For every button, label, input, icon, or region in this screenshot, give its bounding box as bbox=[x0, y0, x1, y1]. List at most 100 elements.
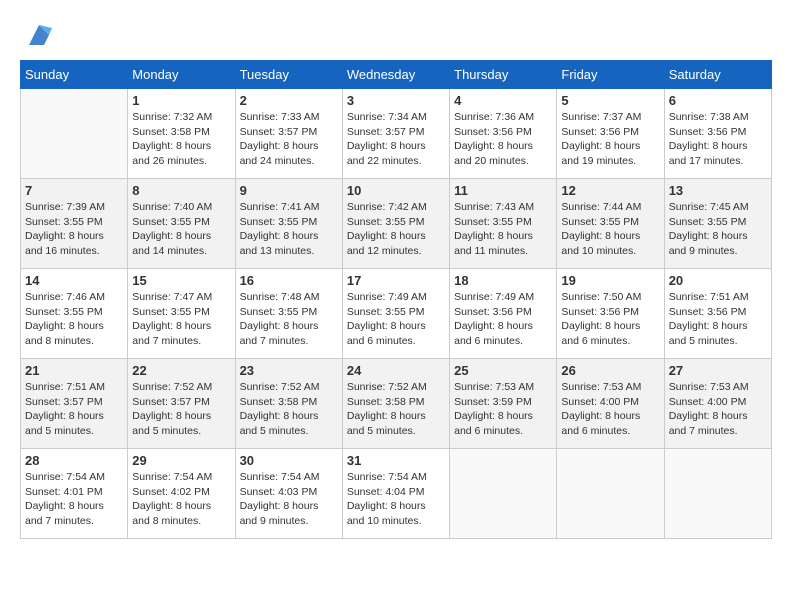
day-number: 16 bbox=[240, 273, 338, 288]
logo-icon bbox=[24, 20, 54, 50]
calendar-cell: 24 Sunrise: 7:52 AM Sunset: 3:58 PM Dayli… bbox=[342, 359, 449, 449]
day-info: Sunrise: 7:49 AM Sunset: 3:56 PM Dayligh… bbox=[454, 290, 552, 349]
day-number: 14 bbox=[25, 273, 123, 288]
day-number: 28 bbox=[25, 453, 123, 468]
day-number: 31 bbox=[347, 453, 445, 468]
day-number: 29 bbox=[132, 453, 230, 468]
calendar-cell bbox=[557, 449, 664, 539]
day-info: Sunrise: 7:51 AM Sunset: 3:56 PM Dayligh… bbox=[669, 290, 767, 349]
day-info: Sunrise: 7:53 AM Sunset: 4:00 PM Dayligh… bbox=[669, 380, 767, 439]
day-info: Sunrise: 7:53 AM Sunset: 4:00 PM Dayligh… bbox=[561, 380, 659, 439]
day-info: Sunrise: 7:49 AM Sunset: 3:55 PM Dayligh… bbox=[347, 290, 445, 349]
calendar-cell: 30Sunrise: 7:54 AM Sunset: 4:03 PM Dayli… bbox=[235, 449, 342, 539]
day-number: 2 bbox=[240, 93, 338, 108]
day-info: Sunrise: 7:43 AM Sunset: 3:55 PM Dayligh… bbox=[454, 200, 552, 259]
day-number: 15 bbox=[132, 273, 230, 288]
calendar-cell: 28 Sunrise: 7:54 AM Sunset: 4:01 PM Dayli… bbox=[21, 449, 128, 539]
calendar-cell: 16Sunrise: 7:48 AM Sunset: 3:55 PM Dayli… bbox=[235, 269, 342, 359]
calendar-cell: 21 Sunrise: 7:51 AM Sunset: 3:57 PM Dayli… bbox=[21, 359, 128, 449]
calendar-cell: 20 Sunrise: 7:51 AM Sunset: 3:56 PM Dayli… bbox=[664, 269, 771, 359]
day-info: Sunrise: 7:51 AM Sunset: 3:57 PM Dayligh… bbox=[25, 380, 123, 439]
day-number: 8 bbox=[132, 183, 230, 198]
day-number: 5 bbox=[561, 93, 659, 108]
calendar-cell: 3 Sunrise: 7:34 AM Sunset: 3:57 PM Daylig… bbox=[342, 89, 449, 179]
calendar-cell: 19Sunrise: 7:50 AM Sunset: 3:56 PM Dayli… bbox=[557, 269, 664, 359]
calendar-cell: 6Sunrise: 7:38 AM Sunset: 3:56 PM Daylig… bbox=[664, 89, 771, 179]
calendar-cell: 5 Sunrise: 7:37 AM Sunset: 3:56 PM Daylig… bbox=[557, 89, 664, 179]
day-number: 13 bbox=[669, 183, 767, 198]
column-header-saturday: Saturday bbox=[664, 61, 771, 89]
calendar-cell: 14 Sunrise: 7:46 AM Sunset: 3:55 PM Dayli… bbox=[21, 269, 128, 359]
day-number: 17 bbox=[347, 273, 445, 288]
calendar-cell: 12 Sunrise: 7:44 AM Sunset: 3:55 PM Dayli… bbox=[557, 179, 664, 269]
calendar-cell: 22Sunrise: 7:52 AM Sunset: 3:57 PM Dayli… bbox=[128, 359, 235, 449]
calendar-cell: 13 Sunrise: 7:45 AM Sunset: 3:55 PM Dayli… bbox=[664, 179, 771, 269]
day-info: Sunrise: 7:33 AM Sunset: 3:57 PM Dayligh… bbox=[240, 110, 338, 169]
day-number: 4 bbox=[454, 93, 552, 108]
calendar-cell: 25 Sunrise: 7:53 AM Sunset: 3:59 PM Dayli… bbox=[450, 359, 557, 449]
calendar-cell: 27Sunrise: 7:53 AM Sunset: 4:00 PM Dayli… bbox=[664, 359, 771, 449]
day-number: 20 bbox=[669, 273, 767, 288]
day-info: Sunrise: 7:42 AM Sunset: 3:55 PM Dayligh… bbox=[347, 200, 445, 259]
calendar-cell: 10 Sunrise: 7:42 AM Sunset: 3:55 PM Dayli… bbox=[342, 179, 449, 269]
calendar-table: SundayMondayTuesdayWednesdayThursdayFrid… bbox=[20, 60, 772, 539]
day-number: 26 bbox=[561, 363, 659, 378]
week-row-4: 21 Sunrise: 7:51 AM Sunset: 3:57 PM Dayli… bbox=[21, 359, 772, 449]
column-header-thursday: Thursday bbox=[450, 61, 557, 89]
week-row-1: 1Sunrise: 7:32 AM Sunset: 3:58 PM Daylig… bbox=[21, 89, 772, 179]
calendar-cell: 31 Sunrise: 7:54 AM Sunset: 4:04 PM Dayli… bbox=[342, 449, 449, 539]
calendar-cell: 8 Sunrise: 7:40 AM Sunset: 3:55 PM Daylig… bbox=[128, 179, 235, 269]
day-number: 10 bbox=[347, 183, 445, 198]
day-info: Sunrise: 7:45 AM Sunset: 3:55 PM Dayligh… bbox=[669, 200, 767, 259]
day-number: 30 bbox=[240, 453, 338, 468]
day-number: 19 bbox=[561, 273, 659, 288]
day-number: 25 bbox=[454, 363, 552, 378]
day-info: Sunrise: 7:34 AM Sunset: 3:57 PM Dayligh… bbox=[347, 110, 445, 169]
day-number: 23 bbox=[240, 363, 338, 378]
page-header bbox=[20, 20, 772, 50]
day-number: 24 bbox=[347, 363, 445, 378]
calendar-cell: 17 Sunrise: 7:49 AM Sunset: 3:55 PM Dayli… bbox=[342, 269, 449, 359]
calendar-cell: 15 Sunrise: 7:47 AM Sunset: 3:55 PM Dayli… bbox=[128, 269, 235, 359]
day-number: 21 bbox=[25, 363, 123, 378]
calendar-cell bbox=[21, 89, 128, 179]
day-number: 9 bbox=[240, 183, 338, 198]
day-number: 6 bbox=[669, 93, 767, 108]
day-info: Sunrise: 7:53 AM Sunset: 3:59 PM Dayligh… bbox=[454, 380, 552, 439]
day-number: 3 bbox=[347, 93, 445, 108]
calendar-cell: 7 Sunrise: 7:39 AM Sunset: 3:55 PM Daylig… bbox=[21, 179, 128, 269]
day-number: 22 bbox=[132, 363, 230, 378]
calendar-cell: 4 Sunrise: 7:36 AM Sunset: 3:56 PM Daylig… bbox=[450, 89, 557, 179]
calendar-cell: 18 Sunrise: 7:49 AM Sunset: 3:56 PM Dayli… bbox=[450, 269, 557, 359]
calendar-header-row: SundayMondayTuesdayWednesdayThursdayFrid… bbox=[21, 61, 772, 89]
calendar-cell: 11 Sunrise: 7:43 AM Sunset: 3:55 PM Dayli… bbox=[450, 179, 557, 269]
day-number: 11 bbox=[454, 183, 552, 198]
day-info: Sunrise: 7:41 AM Sunset: 3:55 PM Dayligh… bbox=[240, 200, 338, 259]
logo bbox=[20, 20, 54, 50]
day-info: Sunrise: 7:40 AM Sunset: 3:55 PM Dayligh… bbox=[132, 200, 230, 259]
day-number: 7 bbox=[25, 183, 123, 198]
day-info: Sunrise: 7:39 AM Sunset: 3:55 PM Dayligh… bbox=[25, 200, 123, 259]
day-info: Sunrise: 7:54 AM Sunset: 4:02 PM Dayligh… bbox=[132, 470, 230, 529]
day-info: Sunrise: 7:37 AM Sunset: 3:56 PM Dayligh… bbox=[561, 110, 659, 169]
day-info: Sunrise: 7:47 AM Sunset: 3:55 PM Dayligh… bbox=[132, 290, 230, 349]
day-info: Sunrise: 7:52 AM Sunset: 3:58 PM Dayligh… bbox=[347, 380, 445, 439]
day-info: Sunrise: 7:44 AM Sunset: 3:55 PM Dayligh… bbox=[561, 200, 659, 259]
day-info: Sunrise: 7:52 AM Sunset: 3:58 PM Dayligh… bbox=[240, 380, 338, 439]
calendar-cell: 29 Sunrise: 7:54 AM Sunset: 4:02 PM Dayli… bbox=[128, 449, 235, 539]
column-header-monday: Monday bbox=[128, 61, 235, 89]
calendar-cell: 9 Sunrise: 7:41 AM Sunset: 3:55 PM Daylig… bbox=[235, 179, 342, 269]
column-header-friday: Friday bbox=[557, 61, 664, 89]
day-info: Sunrise: 7:54 AM Sunset: 4:01 PM Dayligh… bbox=[25, 470, 123, 529]
calendar-cell: 26 Sunrise: 7:53 AM Sunset: 4:00 PM Dayli… bbox=[557, 359, 664, 449]
day-info: Sunrise: 7:54 AM Sunset: 4:04 PM Dayligh… bbox=[347, 470, 445, 529]
day-info: Sunrise: 7:46 AM Sunset: 3:55 PM Dayligh… bbox=[25, 290, 123, 349]
day-number: 12 bbox=[561, 183, 659, 198]
day-number: 18 bbox=[454, 273, 552, 288]
week-row-5: 28 Sunrise: 7:54 AM Sunset: 4:01 PM Dayli… bbox=[21, 449, 772, 539]
column-header-wednesday: Wednesday bbox=[342, 61, 449, 89]
week-row-2: 7 Sunrise: 7:39 AM Sunset: 3:55 PM Daylig… bbox=[21, 179, 772, 269]
calendar-cell bbox=[664, 449, 771, 539]
column-header-tuesday: Tuesday bbox=[235, 61, 342, 89]
day-info: Sunrise: 7:36 AM Sunset: 3:56 PM Dayligh… bbox=[454, 110, 552, 169]
